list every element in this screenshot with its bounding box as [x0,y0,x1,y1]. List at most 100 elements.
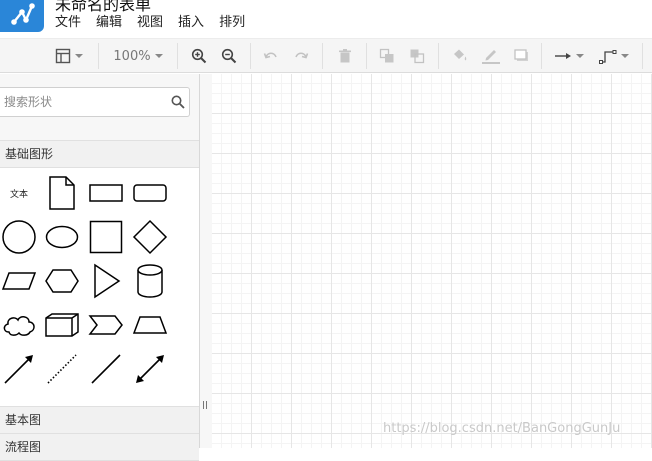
shape-arrow[interactable] [0,349,39,389]
section-header-basic[interactable]: 基本图 [0,406,199,434]
line-icon [91,354,121,384]
to-front-icon [379,48,394,63]
chevron-down-icon [75,54,83,58]
line-color-button[interactable] [480,44,502,68]
redo-button[interactable] [291,44,311,68]
chevron-down-icon [621,54,629,58]
search-input[interactable] [4,93,164,111]
search-box [0,87,190,117]
shape-circle[interactable] [0,217,39,257]
section-header-basic-shapes[interactable]: 基础图形 [0,140,199,168]
redo-icon [295,52,309,59]
line-color-icon [482,50,500,64]
shadow-icon [514,49,528,61]
shape-sidebar: 基础图形 文本 [0,74,200,461]
note-icon [49,176,75,210]
to-back-icon [410,49,425,64]
text-shape-label: 文本 [9,189,28,200]
cylinder-icon [137,264,163,298]
shape-cylinder[interactable] [130,261,170,301]
fill-color-button[interactable] [450,44,470,68]
menu-bar: 文件 编辑 视图 插入 排列 [55,14,260,34]
dotted-line-icon [47,354,77,384]
shape-line[interactable] [86,349,126,389]
rounded-rectangle-icon [133,184,167,202]
connection-style-button[interactable] [553,44,585,68]
document-title[interactable]: 未命名的表单 [55,0,151,15]
shape-cube[interactable] [42,305,82,345]
shape-hexagon[interactable] [42,261,82,301]
share-nodes-icon [11,3,35,25]
zoom-out-icon [221,48,237,64]
toolbar-divider [438,43,439,69]
shape-triangle[interactable] [86,261,126,301]
zoom-out-button[interactable] [219,44,239,68]
shape-rounded-rectangle[interactable] [130,173,170,213]
zoom-select[interactable]: 100% [110,44,166,68]
watermark: https://blog.csdn.net/BanGongGunJu [383,421,621,436]
chevron-down-icon [154,54,163,58]
app-logo[interactable] [0,0,44,32]
shape-square[interactable] [86,217,126,257]
fill-color-icon [454,49,467,61]
menu-edit[interactable]: 编辑 [96,14,122,34]
format-panel-button[interactable] [52,44,86,68]
bidirectional-arrow-icon [136,355,164,383]
toolbar-divider [642,43,643,69]
delete-icon [339,49,351,63]
arrow-icon [4,355,33,384]
diagram-canvas[interactable] [212,74,652,448]
zoom-level: 100% [113,48,151,64]
shadow-button[interactable] [511,44,531,68]
chevron-down-icon [576,54,584,58]
diamond-icon [132,219,168,255]
menu-arrange[interactable]: 排列 [219,14,245,34]
ellipse-icon [45,225,79,249]
waypoints-button[interactable] [598,44,630,68]
menu-view[interactable]: 视图 [137,14,163,34]
step-icon [88,315,123,335]
circle-icon [2,220,36,254]
zoom-in-icon [191,48,207,64]
shape-parallelogram[interactable] [0,261,39,301]
shape-dotted-line[interactable] [42,349,82,389]
shape-text[interactable]: 文本 [0,173,39,213]
undo-button[interactable] [261,44,281,68]
triangle-icon [94,263,121,299]
delete-button[interactable] [335,44,355,68]
rectangle-icon [89,184,123,202]
shape-bidirectional-arrow[interactable] [130,349,170,389]
square-icon [89,220,123,254]
shape-note[interactable] [42,173,82,213]
sidebar-splitter[interactable] [200,74,212,448]
parallelogram-icon [1,272,37,290]
toolbar-divider [250,43,251,69]
search-icon[interactable] [171,95,185,109]
to-back-button[interactable] [407,44,427,68]
toolbar-divider [322,43,323,69]
resize-handle-icon[interactable] [202,400,208,410]
shape-diamond[interactable] [130,217,170,257]
hexagon-icon [45,269,79,293]
waypoints-icon [599,50,617,64]
menu-file[interactable]: 文件 [55,14,81,34]
toolbar-divider [541,43,542,69]
connection-arrow-icon [555,53,571,59]
shape-cloud[interactable] [0,305,39,345]
shape-step[interactable] [86,305,126,345]
toolbar-divider [177,43,178,69]
cloud-icon [3,316,35,336]
menu-insert[interactable]: 插入 [178,14,204,34]
cube-icon [45,313,79,337]
format-panel-icon [55,48,71,64]
shape-palette: 文本 [0,168,199,406]
undo-icon [263,52,277,59]
app-header: 未命名的表单 文件 编辑 视图 插入 排列 [0,0,652,38]
shape-trapezoid[interactable] [130,305,170,345]
to-front-button[interactable] [377,44,397,68]
shape-ellipse[interactable] [42,217,82,257]
zoom-in-button[interactable] [189,44,209,68]
shape-rectangle[interactable] [86,173,126,213]
section-header-flowchart[interactable]: 流程图 [0,433,199,461]
toolbar-divider [366,43,367,69]
